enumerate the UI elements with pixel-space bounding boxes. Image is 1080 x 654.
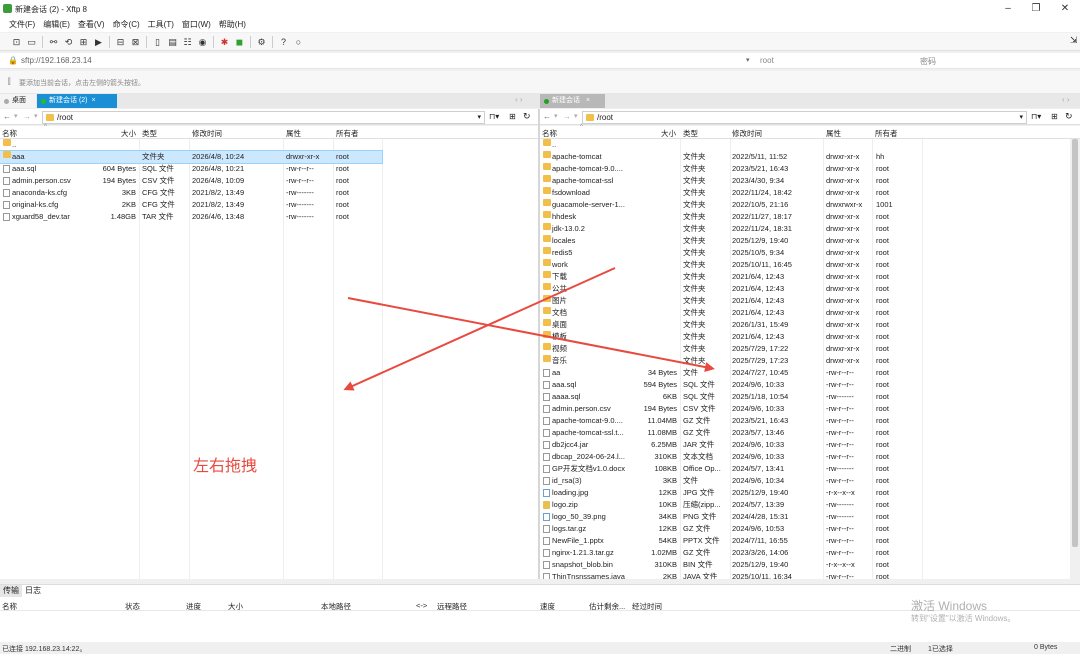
tab-log[interactable]: 日志	[22, 585, 44, 597]
transfer-panel: 传输 日志 名称 状态 进度 大小 本地路径 <-> 远程路径 速度 估计剩余.…	[0, 584, 1080, 642]
annotation-overlay	[343, 267, 715, 391]
col-transfer-progress[interactable]: 进度	[186, 601, 201, 612]
transfer-tabs: 传输 日志	[0, 585, 44, 597]
col-transfer-size[interactable]: 大小	[228, 601, 243, 612]
drag-arrow-left	[343, 267, 616, 391]
col-speed[interactable]: 速度	[540, 601, 555, 612]
col-direction[interactable]: <->	[416, 601, 427, 610]
tab-transfer[interactable]: 传输	[0, 585, 22, 597]
annotation-label: 左右拖拽	[193, 458, 258, 475]
watermark-subtitle: 转到"设置"以激活 Windows。	[911, 614, 1016, 623]
watermark-title: 激活 Windows	[911, 599, 988, 613]
status-bar: 已连接 192.168.23.14:22。 二进制 1已选择 0 Bytes	[0, 643, 1080, 653]
col-elapsed[interactable]: 经过时间	[632, 601, 662, 612]
drag-arrow-right	[347, 297, 715, 372]
col-remote-path[interactable]: 远程路径	[437, 601, 467, 612]
col-local-path[interactable]: 本地路径	[321, 601, 351, 612]
col-transfer-name[interactable]: 名称	[2, 601, 17, 612]
status-size: 0 Bytes	[1034, 644, 1058, 651]
col-transfer-status[interactable]: 状态	[125, 601, 140, 612]
col-eta[interactable]: 估计剩余...	[589, 601, 625, 612]
